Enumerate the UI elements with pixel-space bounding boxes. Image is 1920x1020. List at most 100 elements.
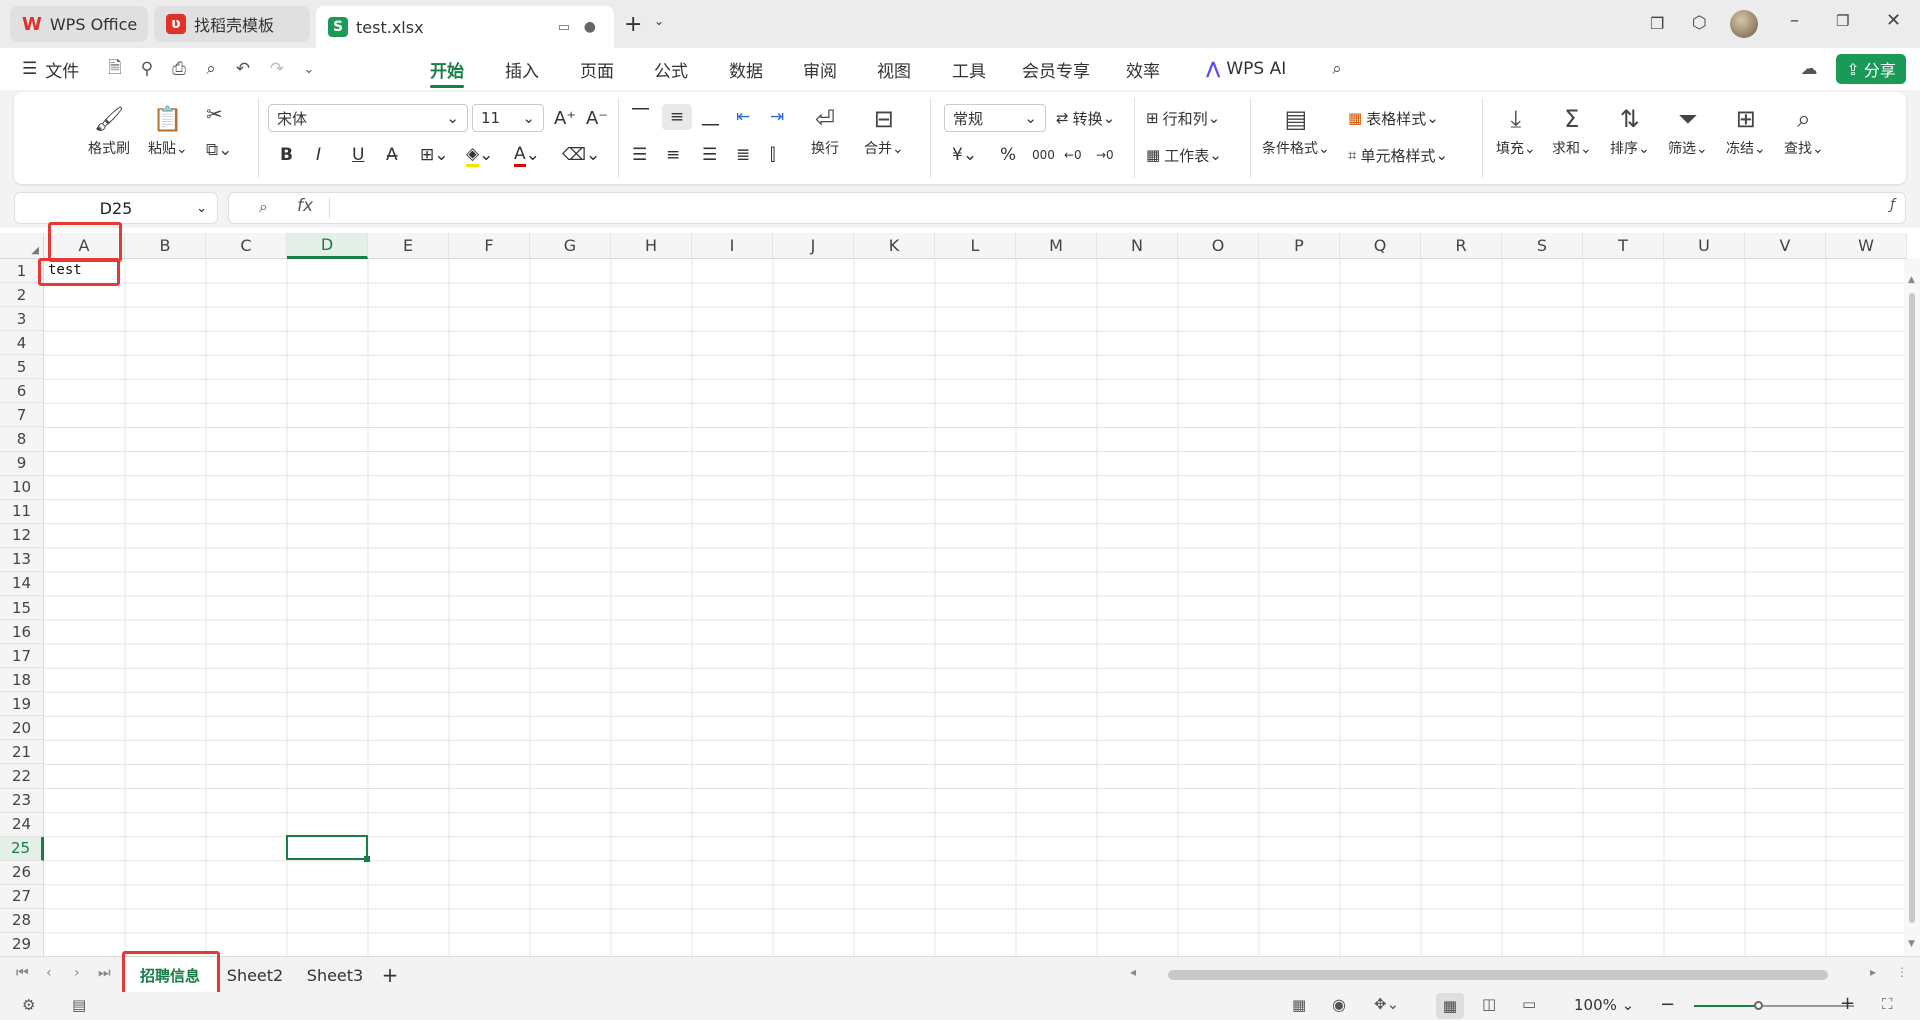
decrease-font-icon[interactable]: A⁻ bbox=[586, 105, 608, 131]
cloud-upload-icon[interactable]: ☁ bbox=[1798, 58, 1820, 80]
column-header-G[interactable]: G bbox=[530, 233, 611, 259]
row-header-4[interactable]: 4 bbox=[0, 331, 44, 356]
add-sheet-icon[interactable]: + bbox=[378, 957, 402, 993]
row-header-2[interactable]: 2 bbox=[0, 283, 44, 308]
formula-input[interactable]: ⌕ fx ƒ bbox=[228, 192, 1906, 224]
column-header-S[interactable]: S bbox=[1502, 233, 1583, 259]
expand-formula-icon[interactable]: ƒ bbox=[1890, 197, 1895, 213]
zoom-slider-handle[interactable] bbox=[1754, 1001, 1763, 1010]
conditional-format-button[interactable]: ▤ 条件格式⌄ bbox=[1262, 104, 1330, 158]
column-header-C[interactable]: C bbox=[206, 233, 287, 259]
menu-start[interactable]: 开始 bbox=[430, 48, 464, 90]
column-header-K[interactable]: K bbox=[854, 233, 935, 259]
sum-button[interactable]: Σ 求和⌄ bbox=[1552, 104, 1592, 158]
row-header-21[interactable]: 21 bbox=[0, 740, 44, 765]
scroll-down-icon[interactable]: ▼ bbox=[1908, 939, 1915, 949]
normal-view-icon[interactable]: ▦ bbox=[1436, 993, 1464, 1019]
worksheet-button[interactable]: ▦ 工作表 ⌄ bbox=[1146, 142, 1222, 168]
row-header-27[interactable]: 27 bbox=[0, 884, 44, 909]
row-header-22[interactable]: 22 bbox=[0, 764, 44, 789]
sheet-tab-3[interactable]: Sheet3 bbox=[298, 957, 372, 993]
align-bottom-icon[interactable]: ⎽ bbox=[702, 104, 719, 130]
vertical-scrollbar[interactable]: ▲ ▼ bbox=[1904, 259, 1920, 956]
protect-icon[interactable]: ▦ bbox=[1292, 996, 1306, 1014]
scroll-right-icon[interactable]: ▸ bbox=[1870, 965, 1876, 979]
window-mode-icon[interactable]: ❐ bbox=[1650, 14, 1664, 33]
distribute-icon[interactable]: ⫿ bbox=[770, 142, 775, 168]
eye-icon[interactable]: ◉ bbox=[1332, 995, 1346, 1014]
row-header-3[interactable]: 3 bbox=[0, 307, 44, 332]
paste-button[interactable]: 📋 粘贴⌄ bbox=[148, 104, 188, 158]
filter-button[interactable]: ⏷ 筛选⌄ bbox=[1668, 104, 1708, 158]
fill-color-icon[interactable]: ◈ ⌄ bbox=[466, 142, 493, 168]
cell-mode-icon[interactable]: ▤ bbox=[72, 996, 86, 1014]
increase-indent-icon[interactable]: ⇥ bbox=[770, 104, 784, 130]
column-header-Q[interactable]: Q bbox=[1340, 233, 1421, 259]
column-header-O[interactable]: O bbox=[1178, 233, 1259, 259]
redo-icon[interactable]: ↷ bbox=[266, 58, 288, 80]
restore-icon[interactable]: ❐ bbox=[1836, 12, 1849, 30]
scroll-thumb[interactable] bbox=[1909, 293, 1915, 923]
bold-icon[interactable]: B bbox=[280, 142, 293, 168]
menu-tools[interactable]: 工具 bbox=[952, 48, 986, 90]
copy-icon[interactable]: ⧉⌄ bbox=[206, 140, 232, 160]
menu-view[interactable]: 视图 bbox=[877, 48, 911, 90]
crosshair-icon[interactable]: ✥⌄ bbox=[1374, 995, 1399, 1013]
number-format-select[interactable]: 常规 ⌄ bbox=[944, 104, 1046, 132]
column-header-W[interactable]: W bbox=[1826, 233, 1907, 259]
more-icon[interactable]: ⋮ bbox=[1896, 965, 1908, 979]
menu-member[interactable]: 会员专享 bbox=[1022, 48, 1090, 90]
row-header-26[interactable]: 26 bbox=[0, 860, 44, 885]
wps-ai-button[interactable]: ⋀ WPS AI bbox=[1206, 48, 1286, 90]
fx-icon[interactable]: fx bbox=[297, 196, 313, 216]
column-header-L[interactable]: L bbox=[935, 233, 1016, 259]
column-header-V[interactable]: V bbox=[1745, 233, 1826, 259]
align-left-icon[interactable]: ☰ bbox=[632, 142, 647, 168]
active-cell-D25[interactable] bbox=[286, 835, 368, 860]
row-header-28[interactable]: 28 bbox=[0, 908, 44, 933]
row-header-13[interactable]: 13 bbox=[0, 547, 44, 572]
new-tab-icon[interactable]: + bbox=[624, 12, 642, 37]
row-header-23[interactable]: 23 bbox=[0, 788, 44, 813]
sort-button[interactable]: ⇅ 排序⌄ bbox=[1610, 104, 1650, 158]
row-header-12[interactable]: 12 bbox=[0, 523, 44, 548]
row-header-24[interactable]: 24 bbox=[0, 812, 44, 837]
horizontal-scroll-thumb[interactable] bbox=[1168, 970, 1828, 980]
print-icon[interactable]: ⎙ bbox=[168, 58, 190, 80]
column-header-H[interactable]: H bbox=[611, 233, 692, 259]
scissors-icon[interactable]: ✂ bbox=[206, 102, 223, 126]
underline-icon[interactable]: U bbox=[352, 142, 364, 168]
tab-template[interactable]: ʋ 找稻壳模板 bbox=[154, 6, 310, 42]
column-header-F[interactable]: F bbox=[449, 233, 530, 259]
menu-review[interactable]: 审阅 bbox=[803, 48, 837, 90]
row-header-8[interactable]: 8 bbox=[0, 427, 44, 452]
save-icon[interactable]: 🗎 bbox=[104, 58, 126, 80]
row-header-16[interactable]: 16 bbox=[0, 620, 44, 645]
unsaved-dot-icon[interactable]: ● bbox=[584, 19, 596, 35]
merge-button[interactable]: ⊟ 合并⌄ bbox=[864, 104, 904, 158]
font-color-icon[interactable]: A ⌄ bbox=[514, 142, 540, 168]
row-header-5[interactable]: 5 bbox=[0, 355, 44, 380]
convert-button[interactable]: ⇄ 转换 ⌄ bbox=[1056, 105, 1115, 131]
tab-test-xlsx[interactable]: S test.xlsx ▭ ● bbox=[316, 6, 614, 48]
menu-formula[interactable]: 公式 bbox=[654, 48, 688, 90]
column-header-R[interactable]: R bbox=[1421, 233, 1502, 259]
scroll-left-icon[interactable]: ◂ bbox=[1130, 965, 1136, 979]
page-break-icon[interactable]: ▭ bbox=[1522, 995, 1536, 1013]
last-sheet-icon[interactable]: ⏭ bbox=[98, 965, 111, 981]
share-button[interactable]: ⇪ 分享 bbox=[1836, 54, 1906, 84]
align-right-icon[interactable]: ☰ bbox=[702, 142, 717, 168]
column-header-D[interactable]: D bbox=[287, 233, 368, 259]
cube-icon[interactable]: ⬡ bbox=[1692, 13, 1707, 33]
row-header-17[interactable]: 17 bbox=[0, 644, 44, 669]
cell-style-button[interactable]: ⌗ 单元格样式 ⌄ bbox=[1348, 142, 1448, 168]
rows-cols-button[interactable]: ⊞ 行和列 ⌄ bbox=[1146, 105, 1220, 131]
menu-insert[interactable]: 插入 bbox=[505, 48, 539, 90]
fullscreen-icon[interactable]: ⛶ bbox=[1882, 995, 1893, 1013]
menu-efficiency[interactable]: 效率 bbox=[1126, 48, 1160, 90]
menu-data[interactable]: 数据 bbox=[729, 48, 763, 90]
row-header-29[interactable]: 29 bbox=[0, 932, 44, 958]
freeze-button[interactable]: ⊞ 冻结⌄ bbox=[1726, 104, 1766, 158]
column-header-I[interactable]: I bbox=[692, 233, 773, 259]
column-header-E[interactable]: E bbox=[368, 233, 449, 259]
